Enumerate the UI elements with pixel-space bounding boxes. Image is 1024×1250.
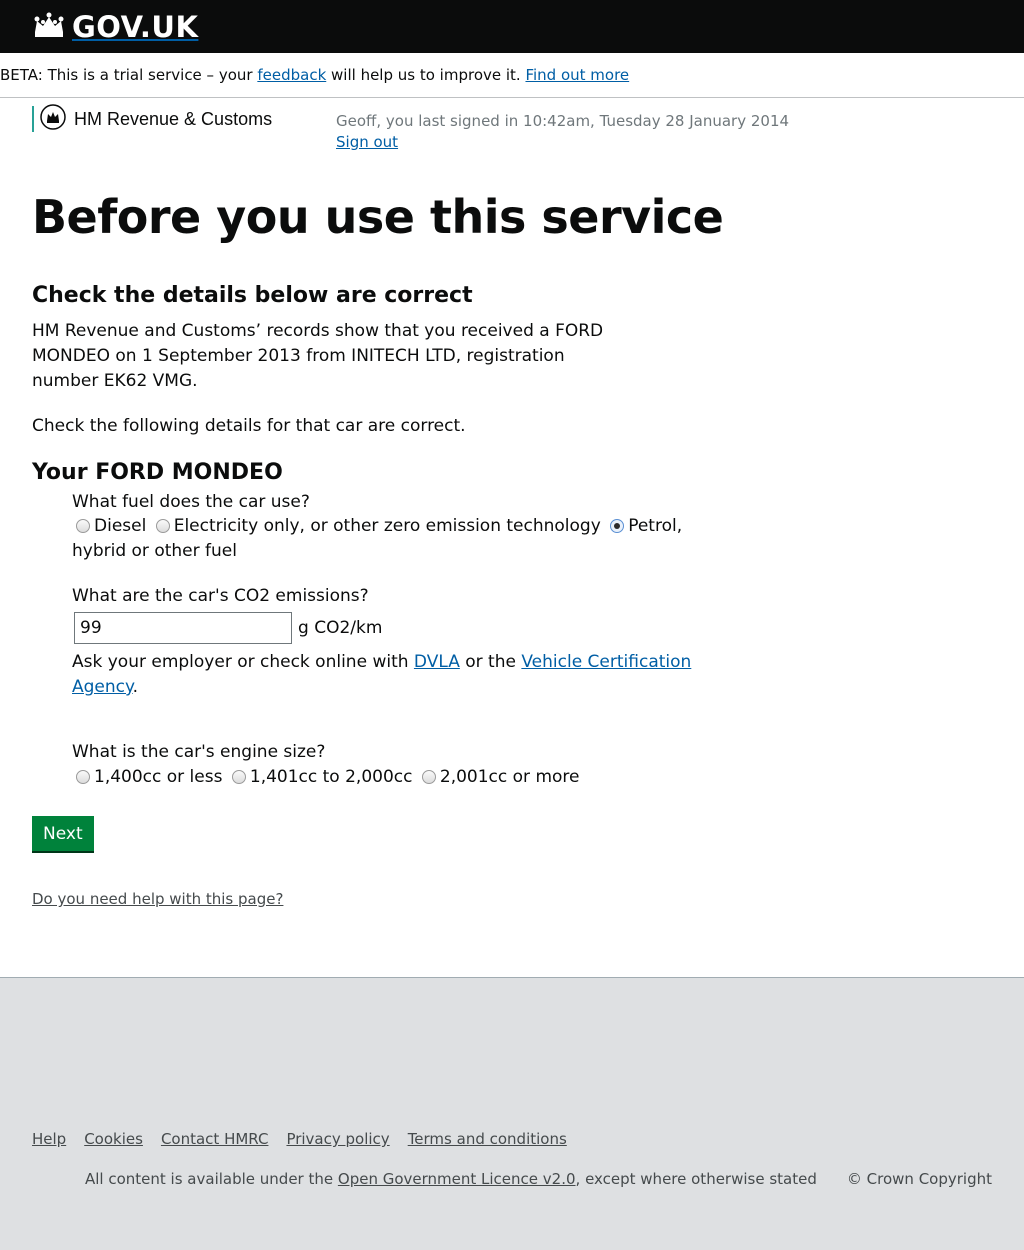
beta-banner: BETA: This is a trial service – your fee… xyxy=(0,53,1024,98)
footer-link-terms[interactable]: Terms and conditions xyxy=(408,1130,567,1148)
fuel-radio-diesel[interactable] xyxy=(76,519,90,533)
dvla-link[interactable]: DVLA xyxy=(414,652,460,672)
co2-help-suffix: . xyxy=(132,677,139,697)
fuel-question: What fuel does the car use? xyxy=(72,492,310,512)
engine-label-small[interactable]: 1,400cc or less xyxy=(94,767,222,787)
co2-help-prefix: Ask your employer or check online with xyxy=(72,652,409,672)
next-button[interactable]: Next xyxy=(32,816,94,851)
co2-input[interactable] xyxy=(74,612,292,644)
department-name: HM Revenue & Customs xyxy=(74,108,273,129)
crown-icon xyxy=(32,11,66,43)
footer-link-privacy[interactable]: Privacy policy xyxy=(286,1130,389,1148)
site-footer: Help Cookies Contact HMRC Privacy policy… xyxy=(0,977,1024,1250)
licence-suffix: , except where otherwise stated xyxy=(575,1170,817,1188)
footer-link-contact[interactable]: Contact HMRC xyxy=(161,1130,269,1148)
crest-icon xyxy=(40,104,66,134)
intro-text: HM Revenue and Customs’ records show tha… xyxy=(32,321,604,391)
find-out-more-link[interactable]: Find out more xyxy=(525,66,629,84)
copyright: © Crown Copyright xyxy=(846,1170,992,1188)
footer-link-cookies[interactable]: Cookies xyxy=(84,1130,143,1148)
section-heading: Check the details below are correct xyxy=(32,283,473,308)
fuel-radio-electric[interactable] xyxy=(155,519,170,533)
engine-label-large[interactable]: 2,001cc or more xyxy=(440,767,580,787)
check-text: Check the following details for that car… xyxy=(32,416,466,436)
govuk-logo-link[interactable]: GOV.UK xyxy=(32,10,198,44)
user-status: Geoff, you last signed in 10:42am, Tuesd… xyxy=(336,111,789,153)
fuel-label-diesel[interactable]: Diesel xyxy=(94,516,146,536)
sign-out-link[interactable]: Sign out xyxy=(336,132,789,153)
ogl-link[interactable]: Open Government Licence v2.0 xyxy=(338,1170,576,1188)
beta-text: BETA: This is a trial service – your xyxy=(0,66,253,84)
department-logo: HM Revenue & Customs xyxy=(32,104,273,134)
fuel-radio-petrol[interactable] xyxy=(610,519,625,533)
licence-prefix: All content is available under the xyxy=(85,1170,334,1188)
fuel-options: Diesel Electricity only, or other zero e… xyxy=(72,514,692,564)
feedback-link[interactable]: feedback xyxy=(257,66,326,84)
engine-options: 1,400cc or less 1,401cc to 2,000cc 2,001… xyxy=(72,765,580,790)
engine-question: What is the car's engine size? xyxy=(72,742,326,762)
co2-help-middle: or the xyxy=(465,652,516,672)
site-header: GOV.UK xyxy=(0,0,1024,53)
co2-unit: g CO2/km xyxy=(298,617,383,638)
page-help-link[interactable]: Do you need help with this page? xyxy=(32,890,283,908)
car-heading: Your FORD MONDEO xyxy=(32,460,283,485)
engine-label-medium[interactable]: 1,401cc to 2,000cc xyxy=(250,767,413,787)
page-title: Before you use this service xyxy=(32,190,724,244)
govuk-logo-text: GOV.UK xyxy=(72,10,199,44)
footer-links: Help Cookies Contact HMRC Privacy policy… xyxy=(32,1130,567,1148)
beta-text-middle: will help us to improve it. xyxy=(331,66,521,84)
co2-row: g CO2/km xyxy=(74,612,382,644)
co2-question: What are the car's CO2 emissions? xyxy=(72,586,369,606)
engine-radio-small[interactable] xyxy=(76,770,90,784)
engine-radio-medium[interactable] xyxy=(231,770,246,784)
fuel-label-electric[interactable]: Electricity only, or other zero emission… xyxy=(174,516,601,536)
last-signed-in-text: Geoff, you last signed in 10:42am, Tuesd… xyxy=(336,112,790,130)
engine-radio-large[interactable] xyxy=(421,770,436,784)
footer-link-help[interactable]: Help xyxy=(32,1130,66,1148)
licence-text: All content is available under the Open … xyxy=(85,1170,817,1188)
co2-help-text: Ask your employer or check online with D… xyxy=(72,650,692,700)
